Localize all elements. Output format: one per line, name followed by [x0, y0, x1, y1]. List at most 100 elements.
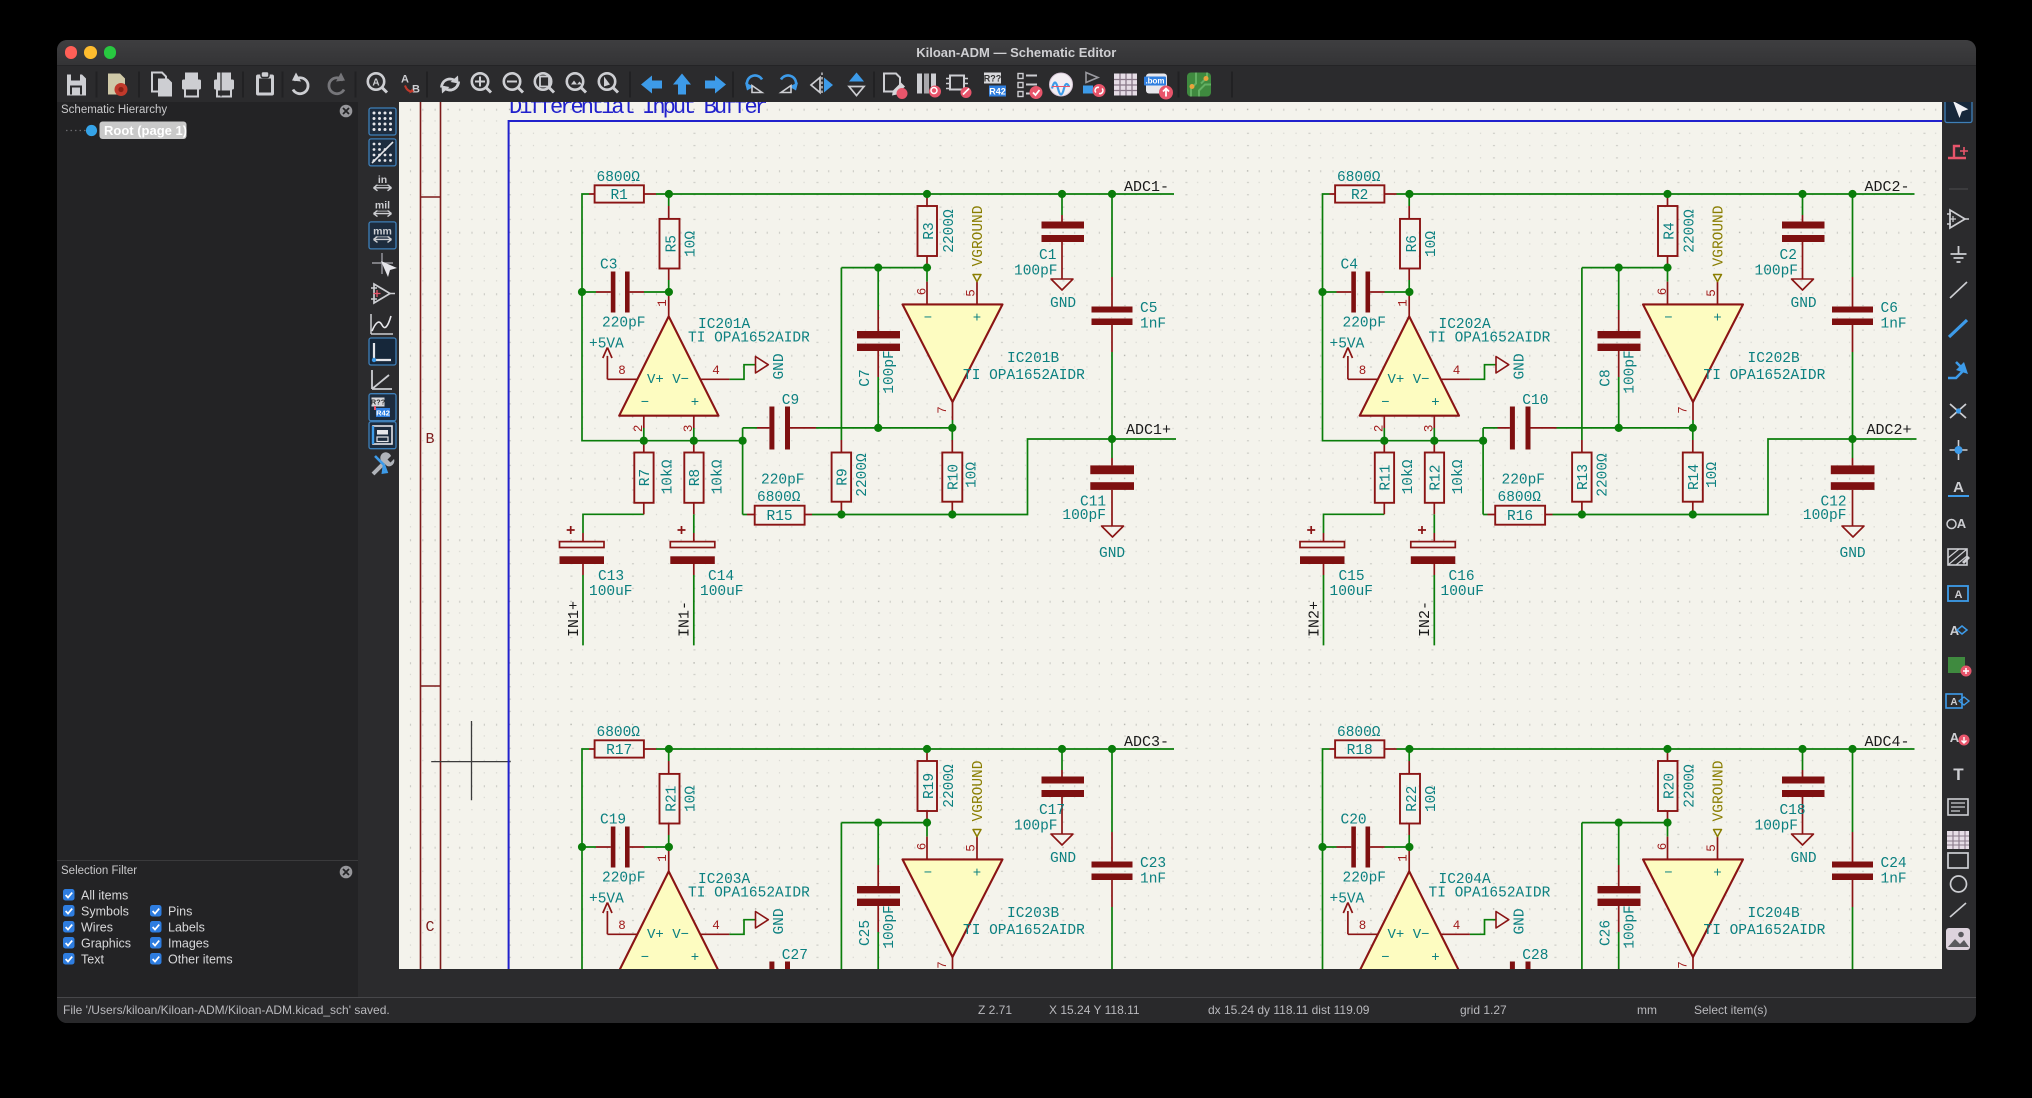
svg-text:2200Ω: 2200Ω	[1683, 209, 1699, 253]
svg-text:+: +	[973, 311, 981, 327]
svg-text:2200Ω: 2200Ω	[1596, 453, 1612, 497]
svg-text:R??: R??	[984, 73, 1002, 83]
svg-text:VGROUND: VGROUND	[971, 206, 987, 267]
svg-text:GND: GND	[1050, 851, 1076, 867]
svg-text:−: −	[641, 950, 649, 966]
svg-text:.bom: .bom	[1145, 76, 1164, 85]
svg-text:2: 2	[1372, 425, 1386, 433]
svg-text:7: 7	[936, 961, 950, 969]
svg-text:3: 3	[1422, 425, 1436, 433]
svg-text:C1: C1	[1039, 248, 1056, 264]
svg-text:R15: R15	[767, 509, 793, 525]
svg-text:R12: R12	[1429, 465, 1445, 491]
svg-text:R21: R21	[665, 786, 681, 812]
svg-text:100pF: 100pF	[1623, 350, 1639, 394]
svg-text:IC201B: IC201B	[1007, 351, 1060, 367]
svg-text:IC204B: IC204B	[1748, 906, 1801, 922]
svg-text:A: A	[1953, 479, 1964, 496]
svg-text:+5VA: +5VA	[589, 337, 624, 353]
svg-text:6800Ω: 6800Ω	[757, 490, 801, 506]
svg-text:10Ω: 10Ω	[1424, 786, 1440, 812]
svg-text:GND: GND	[1513, 908, 1529, 934]
svg-text:C26: C26	[1599, 920, 1615, 946]
svg-text:6800Ω: 6800Ω	[1337, 170, 1381, 186]
svg-text:R??: R??	[371, 398, 386, 407]
svg-text:R16: R16	[1507, 509, 1533, 525]
svg-text:GND: GND	[1099, 546, 1125, 562]
svg-text:GND: GND	[1791, 851, 1817, 867]
svg-text:R42: R42	[989, 86, 1006, 96]
svg-text:ADC2+: ADC2+	[1867, 422, 1912, 439]
svg-text:V+ V−: V+ V−	[647, 927, 689, 943]
svg-text:Other items: Other items	[168, 952, 233, 966]
svg-text:100pF: 100pF	[1014, 819, 1058, 835]
svg-text:IN2+: IN2+	[1307, 601, 1324, 637]
svg-text:R1: R1	[610, 188, 627, 204]
svg-text:TI OPA1652AIDR: TI OPA1652AIDR	[1429, 886, 1551, 902]
svg-text:−: −	[924, 311, 932, 327]
svg-text:6800Ω: 6800Ω	[597, 170, 641, 186]
svg-text:TI OPA1652AIDR: TI OPA1652AIDR	[688, 886, 810, 902]
svg-text:6: 6	[916, 288, 930, 296]
svg-text:Graphics: Graphics	[81, 936, 131, 950]
svg-text:100pF: 100pF	[1014, 264, 1058, 280]
svg-text:C19: C19	[600, 813, 626, 829]
svg-text:R11: R11	[1379, 465, 1395, 491]
svg-text:IC202B: IC202B	[1748, 351, 1801, 367]
svg-text:ADC4-: ADC4-	[1865, 734, 1910, 751]
svg-text:R9: R9	[836, 468, 852, 485]
svg-text:+5VA: +5VA	[1330, 892, 1365, 908]
svg-text:R42: R42	[376, 409, 390, 418]
svg-text:Labels: Labels	[168, 920, 205, 934]
svg-text:C3: C3	[600, 258, 617, 274]
svg-text:+: +	[1431, 950, 1439, 966]
svg-text:GND: GND	[1840, 546, 1866, 562]
svg-text:R4: R4	[1662, 222, 1678, 239]
svg-text:R2: R2	[1351, 188, 1368, 204]
svg-text:IN2-: IN2-	[1417, 601, 1434, 637]
svg-text:R20: R20	[1662, 773, 1678, 799]
svg-text:10kΩ: 10kΩ	[1451, 459, 1467, 494]
svg-text:Differential Input Buffer: Differential Input Buffer	[509, 102, 768, 120]
svg-text:2200Ω: 2200Ω	[942, 764, 958, 808]
svg-text:1nF: 1nF	[1881, 317, 1907, 333]
svg-text:T: T	[1953, 765, 1964, 784]
svg-text:VGROUND: VGROUND	[1712, 761, 1728, 822]
svg-text:−: −	[1664, 311, 1672, 327]
svg-text:C5: C5	[1140, 301, 1157, 317]
svg-text:R13: R13	[1576, 464, 1592, 490]
svg-text:2: 2	[632, 425, 646, 433]
svg-text:C24: C24	[1881, 856, 1907, 872]
svg-text:GND: GND	[772, 908, 788, 934]
svg-text:10Ω: 10Ω	[684, 231, 700, 257]
svg-text:1: 1	[1397, 854, 1411, 862]
svg-text:C23: C23	[1140, 856, 1166, 872]
svg-text:100pF: 100pF	[882, 905, 898, 949]
svg-text:1: 1	[656, 299, 670, 307]
svg-text:−: −	[641, 395, 649, 411]
svg-text:6: 6	[1656, 843, 1670, 851]
svg-text:C13: C13	[598, 569, 624, 585]
svg-text:R10: R10	[947, 464, 963, 490]
svg-text:10kΩ: 10kΩ	[711, 459, 727, 494]
svg-text:+: +	[1713, 311, 1721, 327]
svg-text:7: 7	[1677, 406, 1691, 414]
svg-text:R3: R3	[922, 222, 938, 239]
svg-text:220pF: 220pF	[1343, 316, 1387, 332]
svg-text:4: 4	[712, 919, 720, 933]
svg-text:1: 1	[1397, 299, 1411, 307]
svg-text:Images: Images	[168, 936, 209, 950]
svg-text:100pF: 100pF	[1755, 819, 1799, 835]
svg-text:1nF: 1nF	[1881, 872, 1907, 888]
svg-text:+: +	[1431, 395, 1439, 411]
svg-text:+5VA: +5VA	[589, 892, 624, 908]
svg-text:R19: R19	[922, 773, 938, 799]
svg-text:100pF: 100pF	[882, 350, 898, 394]
svg-text:C6: C6	[1881, 301, 1898, 317]
svg-text:C20: C20	[1341, 813, 1367, 829]
svg-text:100pF: 100pF	[1803, 508, 1847, 524]
svg-text:+: +	[691, 950, 699, 966]
svg-text:8: 8	[1359, 364, 1367, 378]
svg-text:IN1-: IN1-	[677, 601, 694, 637]
svg-text:VGROUND: VGROUND	[971, 761, 987, 822]
